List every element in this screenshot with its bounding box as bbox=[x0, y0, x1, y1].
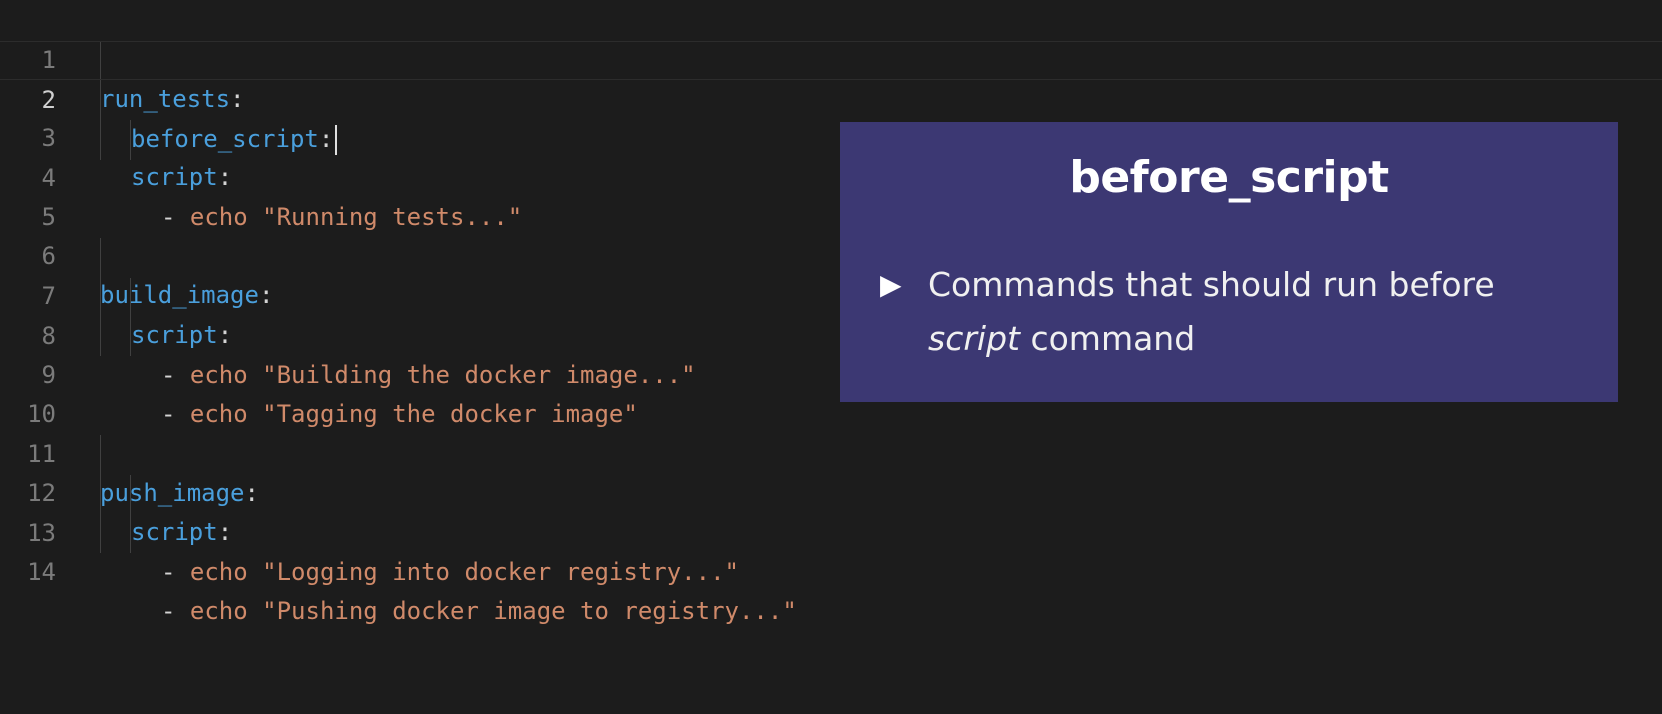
play-triangle-icon: ▶ bbox=[880, 268, 902, 301]
code-line-13[interactable]: 13 - echo "Logging into docker registry.… bbox=[0, 475, 1662, 586]
card-description: Commands that should run before script co… bbox=[928, 265, 1495, 358]
code-line-3[interactable]: 3 script: bbox=[0, 80, 1662, 191]
code-line-2-current[interactable]: 2 before_script: bbox=[0, 41, 1662, 155]
yaml-string: echo "Logging into docker registry..." bbox=[189, 558, 739, 586]
code-line-14[interactable]: 14 - echo "Pushing docker image to regis… bbox=[0, 514, 1662, 625]
explanation-card: before_script ▶ Commands that should run… bbox=[840, 122, 1618, 402]
italic-term: script bbox=[928, 319, 1020, 358]
code-line-1[interactable]: 1 run_tests: bbox=[0, 2, 1662, 113]
line-number: 14 bbox=[27, 558, 56, 586]
code-line-12[interactable]: 12 script: bbox=[0, 435, 1662, 546]
card-title: before_script bbox=[1069, 152, 1389, 203]
yaml-string: echo "Pushing docker image to registry..… bbox=[189, 597, 797, 625]
